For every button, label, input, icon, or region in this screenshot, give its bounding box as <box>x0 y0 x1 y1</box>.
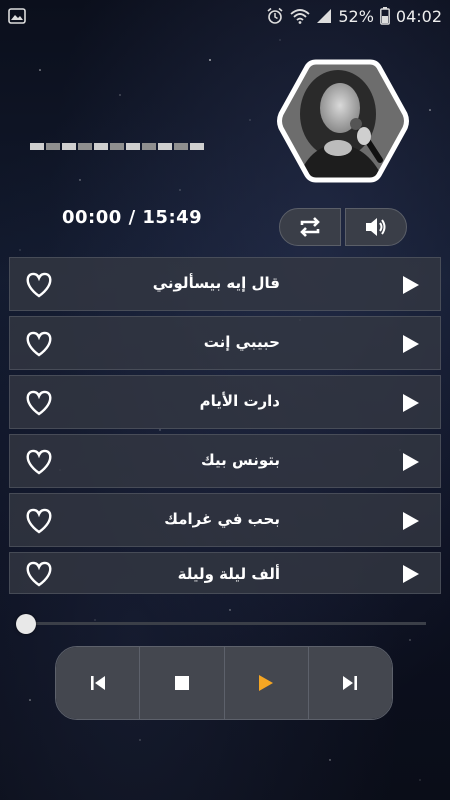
status-bar: 52% 04:02 <box>0 0 450 32</box>
play-icon[interactable] <box>402 334 420 354</box>
heart-icon[interactable] <box>24 272 54 298</box>
eq-bar <box>94 143 108 150</box>
heart-icon[interactable] <box>24 508 54 534</box>
wifi-icon <box>290 9 310 24</box>
artist-photo <box>276 56 410 186</box>
song-item[interactable]: حبيبي إنت <box>9 316 441 370</box>
eq-bar <box>126 143 140 150</box>
battery-percent: 52% <box>338 6 374 26</box>
eq-bar <box>110 143 124 150</box>
song-title: حبيبي إنت <box>203 333 280 351</box>
stop-icon <box>174 676 189 690</box>
song-item[interactable]: بحب في غرامك <box>9 493 441 547</box>
stop-button[interactable] <box>140 647 225 719</box>
song-item[interactable]: بتونس بيك <box>9 434 441 488</box>
eq-bar <box>62 143 76 150</box>
status-time: 04:02 <box>395 6 442 26</box>
eq-bar <box>78 143 92 150</box>
alarm-icon <box>267 7 283 24</box>
song-item[interactable]: ألف ليلة وليلة <box>9 552 441 594</box>
eq-bar <box>158 143 172 150</box>
volume-icon <box>366 218 386 236</box>
eq-bar <box>190 143 204 150</box>
gallery-icon <box>8 8 26 24</box>
heart-icon[interactable] <box>24 561 54 587</box>
song-title: بحب في غرامك <box>164 510 280 528</box>
next-icon <box>343 676 358 690</box>
signal-icon <box>317 9 332 23</box>
eq-bar <box>30 143 44 150</box>
play-icon[interactable] <box>402 275 420 295</box>
eq-bar <box>46 143 60 150</box>
heart-icon[interactable] <box>24 390 54 416</box>
repeat-button[interactable] <box>279 208 341 246</box>
next-button[interactable] <box>308 647 392 719</box>
song-list: قال إيه بيسألوني حبيبي إنت دارت الأيام ب… <box>9 257 441 594</box>
eq-bar <box>142 143 156 150</box>
song-title: ألف ليلة وليلة <box>177 565 280 583</box>
play-icon <box>259 675 274 691</box>
song-title: دارت الأيام <box>199 392 280 410</box>
elapsed-time: 00:00 / 15:49 <box>62 207 203 228</box>
previous-icon <box>90 676 105 690</box>
heart-icon[interactable] <box>24 331 54 357</box>
equalizer-bars <box>30 143 204 150</box>
seek-thumb[interactable] <box>16 614 36 634</box>
volume-button[interactable] <box>345 208 407 246</box>
play-icon[interactable] <box>402 393 420 413</box>
song-title: بتونس بيك <box>201 451 280 469</box>
transport-controls <box>55 646 393 720</box>
battery-icon <box>379 7 390 25</box>
previous-button[interactable] <box>56 647 141 719</box>
play-icon[interactable] <box>402 511 420 531</box>
repeat-icon <box>300 217 320 237</box>
seek-bar[interactable] <box>26 622 426 625</box>
eq-bar <box>174 143 188 150</box>
song-item[interactable]: قال إيه بيسألوني <box>9 257 441 311</box>
song-title: قال إيه بيسألوني <box>152 274 280 292</box>
play-button[interactable] <box>224 647 309 719</box>
play-icon[interactable] <box>402 452 420 472</box>
heart-icon[interactable] <box>24 449 54 475</box>
song-item[interactable]: دارت الأيام <box>9 375 441 429</box>
play-icon[interactable] <box>402 564 420 584</box>
